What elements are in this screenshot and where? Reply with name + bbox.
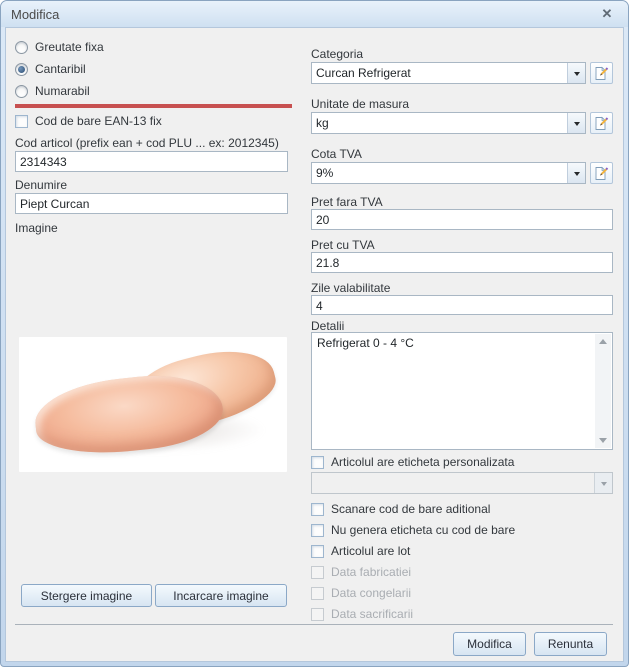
categoria-edit-button[interactable] <box>590 62 613 84</box>
unitate-masura-label: Unitate de masura <box>311 97 409 111</box>
checkbox-label: Nu genera eticheta cu cod de bare <box>331 523 515 537</box>
checkbox-label: Articolul are eticheta personalizata <box>331 455 514 469</box>
scroll-up-icon[interactable] <box>595 334 611 349</box>
unitate-masura-value: kg <box>312 113 567 133</box>
radio-label: Greutate fixa <box>35 40 104 54</box>
checkbox-scanare-cod-aditional[interactable]: Scanare cod de bare aditional <box>311 502 490 516</box>
modifica-button[interactable]: Modifica <box>453 632 526 656</box>
checkbox-articol-are-lot[interactable]: Articolul are lot <box>311 544 410 558</box>
modify-dialog: Modifica ✕ Greutate fixa Cantaribil Numa… <box>0 0 629 667</box>
eticheta-value <box>312 473 594 493</box>
cota-tva-edit-button[interactable] <box>590 162 613 184</box>
radio-numarabil[interactable]: Numarabil <box>15 84 90 98</box>
upload-image-button[interactable]: Incarcare imagine <box>155 584 287 607</box>
radio-icon <box>15 85 28 98</box>
checkbox-data-fabricatiei: Data fabricatiei <box>311 565 411 579</box>
checkbox-icon <box>311 456 324 469</box>
pret-fara-tva-label: Pret fara TVA <box>311 195 383 209</box>
checkbox-label: Cod de bare EAN-13 fix <box>35 114 162 128</box>
pret-cu-tva-label: Pret cu TVA <box>311 238 375 252</box>
dialog-title: Modifica <box>11 7 59 22</box>
radio-greutate-fixa[interactable]: Greutate fixa <box>15 40 104 54</box>
footer-divider <box>15 624 613 625</box>
delete-image-button[interactable]: Stergere imagine <box>21 584 152 607</box>
cota-tva-label: Cota TVA <box>311 147 362 161</box>
chevron-down-icon[interactable] <box>567 113 585 133</box>
checkbox-label: Data fabricatiei <box>331 565 411 579</box>
detalii-label: Detalii <box>311 319 344 333</box>
edit-pencil-icon <box>594 66 609 81</box>
checkbox-icon <box>311 503 324 516</box>
categoria-value: Curcan Refrigerat <box>312 63 567 83</box>
checkbox-eticheta-personalizata[interactable]: Articolul are eticheta personalizata <box>311 455 514 469</box>
categoria-label: Categoria <box>311 47 363 61</box>
unitate-masura-edit-button[interactable] <box>590 112 613 134</box>
radio-cantaribil[interactable]: Cantaribil <box>15 62 86 76</box>
checkbox-data-congelarii: Data congelarii <box>311 586 411 600</box>
checkbox-icon <box>311 566 324 579</box>
checkbox-label: Articolul are lot <box>331 544 410 558</box>
detalii-textarea[interactable]: Refrigerat 0 - 4 °C <box>311 332 613 450</box>
edit-pencil-icon <box>594 116 609 131</box>
checkbox-data-sacrificarii: Data sacrificarii <box>311 607 413 621</box>
close-icon[interactable]: ✕ <box>598 6 616 22</box>
cod-articol-label: Cod articol (prefix ean + cod PLU ... ex… <box>15 136 279 150</box>
checkbox-icon <box>311 545 324 558</box>
detalii-text: Refrigerat 0 - 4 °C <box>317 336 592 350</box>
checkbox-icon <box>15 115 28 128</box>
zile-valabilitate-label: Zile valabilitate <box>311 281 390 295</box>
checkbox-label: Scanare cod de bare aditional <box>331 502 490 516</box>
pret-cu-tva-input[interactable]: 21.8 <box>311 252 613 273</box>
checkbox-icon <box>311 524 324 537</box>
title-bar[interactable]: Modifica ✕ <box>1 1 628 27</box>
scroll-down-icon[interactable] <box>595 433 611 448</box>
checkbox-icon <box>311 608 324 621</box>
red-separator <box>15 104 292 108</box>
cota-tva-combobox[interactable]: 9% <box>311 162 586 184</box>
chevron-down-icon <box>594 473 612 493</box>
radio-label: Numarabil <box>35 84 90 98</box>
checkbox-nu-genera-eticheta[interactable]: Nu genera eticheta cu cod de bare <box>311 523 515 537</box>
checkbox-label: Data sacrificarii <box>331 607 413 621</box>
checkbox-icon <box>311 587 324 600</box>
chevron-down-icon[interactable] <box>567 63 585 83</box>
cota-tva-value: 9% <box>312 163 567 183</box>
cod-articol-input[interactable]: 2314343 <box>15 151 288 172</box>
radio-label: Cantaribil <box>35 62 86 76</box>
eticheta-combobox-disabled <box>311 472 613 494</box>
product-image <box>19 337 287 472</box>
denumire-label: Denumire <box>15 178 67 192</box>
dialog-body: Greutate fixa Cantaribil Numarabil Cod d… <box>5 27 624 662</box>
renunta-button[interactable]: Renunta <box>534 632 607 656</box>
chevron-down-icon[interactable] <box>567 163 585 183</box>
imagine-label: Imagine <box>15 221 58 235</box>
denumire-input[interactable]: Piept Curcan <box>15 193 288 214</box>
categoria-combobox[interactable]: Curcan Refrigerat <box>311 62 586 84</box>
checkbox-label: Data congelarii <box>331 586 411 600</box>
zile-valabilitate-input[interactable]: 4 <box>311 295 613 315</box>
edit-pencil-icon <box>594 166 609 181</box>
textarea-scrollbar[interactable] <box>595 334 611 448</box>
pret-fara-tva-input[interactable]: 20 <box>311 209 613 230</box>
checkbox-ean13-fix[interactable]: Cod de bare EAN-13 fix <box>15 114 162 128</box>
radio-icon-selected <box>15 63 28 76</box>
unitate-masura-combobox[interactable]: kg <box>311 112 586 134</box>
radio-icon <box>15 41 28 54</box>
